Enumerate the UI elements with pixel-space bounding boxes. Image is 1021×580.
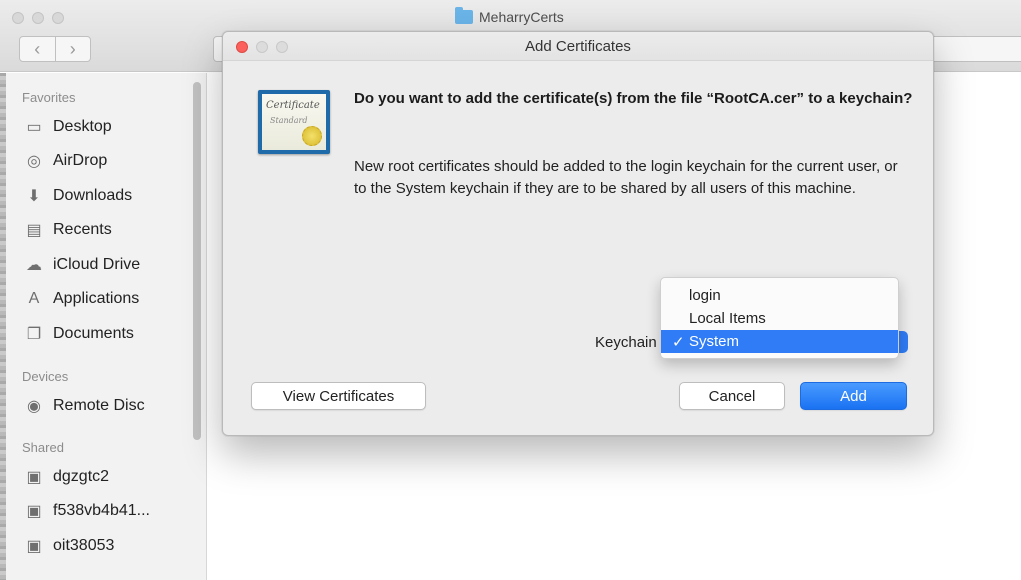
disc-icon: ◉ [27, 398, 41, 415]
dialog-titlebar: Add Certificates [223, 32, 933, 61]
menu-item-system[interactable]: ✓ System [661, 330, 898, 353]
sidebar-item-label: Applications [53, 290, 140, 307]
computer-icon: ▣ [26, 538, 42, 555]
forward-button[interactable]: › [54, 37, 91, 61]
search-field[interactable] [928, 36, 1021, 62]
sidebar-item-label: Recents [53, 221, 112, 238]
sidebar-item-label: iCloud Drive [53, 256, 141, 273]
sidebar-item-desktop[interactable]: ▭ Desktop [24, 115, 112, 139]
sidebar-item-remote-disc[interactable]: ◉ Remote Disc [24, 394, 145, 418]
finder-title-text: MeharryCerts [479, 9, 564, 25]
folder-icon [455, 7, 473, 24]
window-edge-shadow [0, 73, 6, 580]
menu-item-label: Local Items [689, 310, 766, 327]
sidebar-item-label: f538vb4b41... [53, 502, 150, 519]
documents-icon: ❐ [26, 326, 42, 343]
finder-close-button[interactable] [12, 12, 24, 24]
menu-item-local-items[interactable]: Local Items [661, 307, 898, 330]
applications-icon: A [28, 290, 40, 307]
sidebar-item-f538vb4b41[interactable]: ▣ f538vb4b41... [24, 499, 150, 523]
sidebar-item-airdrop[interactable]: ◎ AirDrop [24, 149, 107, 173]
add-button[interactable]: Add [800, 382, 907, 410]
sidebar-item-label: AirDrop [53, 152, 108, 169]
back-button[interactable]: ‹ [20, 37, 55, 61]
sidebar-scrollbar[interactable] [193, 82, 201, 440]
cloud-icon: ☁ [26, 257, 42, 274]
sidebar-item-label: dgzgtc2 [53, 468, 110, 485]
recents-icon: ▤ [26, 222, 42, 239]
sidebar-item-label: Remote Disc [53, 397, 145, 414]
dialog-info-text: New root certificates should be added to… [354, 158, 898, 197]
sidebar-item-recents[interactable]: ▤ Recents [24, 218, 112, 242]
finder-zoom-button[interactable] [52, 12, 64, 24]
sidebar-item-downloads[interactable]: ⬇ Downloads [24, 184, 132, 208]
desktop-screen: MeharryCerts ‹ › Favorites ▭ Desktop ◎ A… [0, 0, 1021, 580]
computer-icon: ▣ [26, 469, 42, 486]
keychain-dropdown-menu: login Local Items ✓ System [660, 277, 899, 359]
menu-item-label: login [689, 287, 721, 304]
dialog-question: Do you want to add the certificate(s) fr… [354, 90, 913, 107]
sidebar-item-label: Documents [53, 325, 134, 342]
checkmark-icon: ✓ [672, 333, 685, 351]
sidebar-item-oit38053[interactable]: ▣ oit38053 [24, 534, 114, 558]
finder-title: MeharryCerts [455, 7, 564, 25]
dialog-title: Add Certificates [525, 38, 631, 55]
certificate-icon-subtext: Standard [270, 116, 308, 125]
favorites-heading: Favorites [22, 90, 76, 105]
sidebar-item-icloud-drive[interactable]: ☁ iCloud Drive [24, 253, 140, 277]
sidebar-item-applications[interactable]: A Applications [24, 287, 140, 311]
seal-icon [302, 126, 322, 146]
sidebar-item-label: Desktop [53, 118, 112, 135]
add-certificates-dialog: Add Certificates Certificate Standard Do… [222, 31, 934, 436]
desktop-icon: ▭ [26, 119, 42, 136]
sidebar-item-label: oit38053 [53, 537, 115, 554]
navigation-buttons: ‹ › [19, 36, 91, 62]
finder-minimize-button[interactable] [32, 12, 44, 24]
sidebar-item-dgzgtc2[interactable]: ▣ dgzgtc2 [24, 465, 109, 489]
cancel-button[interactable]: Cancel [679, 382, 785, 410]
menu-item-label: System [689, 333, 740, 350]
certificate-icon-text: Certificate [266, 100, 320, 111]
sidebar-item-documents[interactable]: ❐ Documents [24, 322, 134, 346]
shared-heading: Shared [22, 440, 64, 455]
keychain-label: Keychain [595, 334, 657, 351]
airdrop-icon: ◎ [27, 153, 41, 170]
downloads-icon: ⬇ [27, 188, 41, 205]
menu-item-login[interactable]: login [661, 284, 898, 307]
devices-heading: Devices [22, 369, 69, 384]
view-certificates-button[interactable]: View Certificates [251, 382, 426, 410]
certificate-icon: Certificate Standard [258, 90, 330, 154]
sidebar-item-label: Downloads [53, 187, 133, 204]
computer-icon: ▣ [26, 503, 42, 520]
